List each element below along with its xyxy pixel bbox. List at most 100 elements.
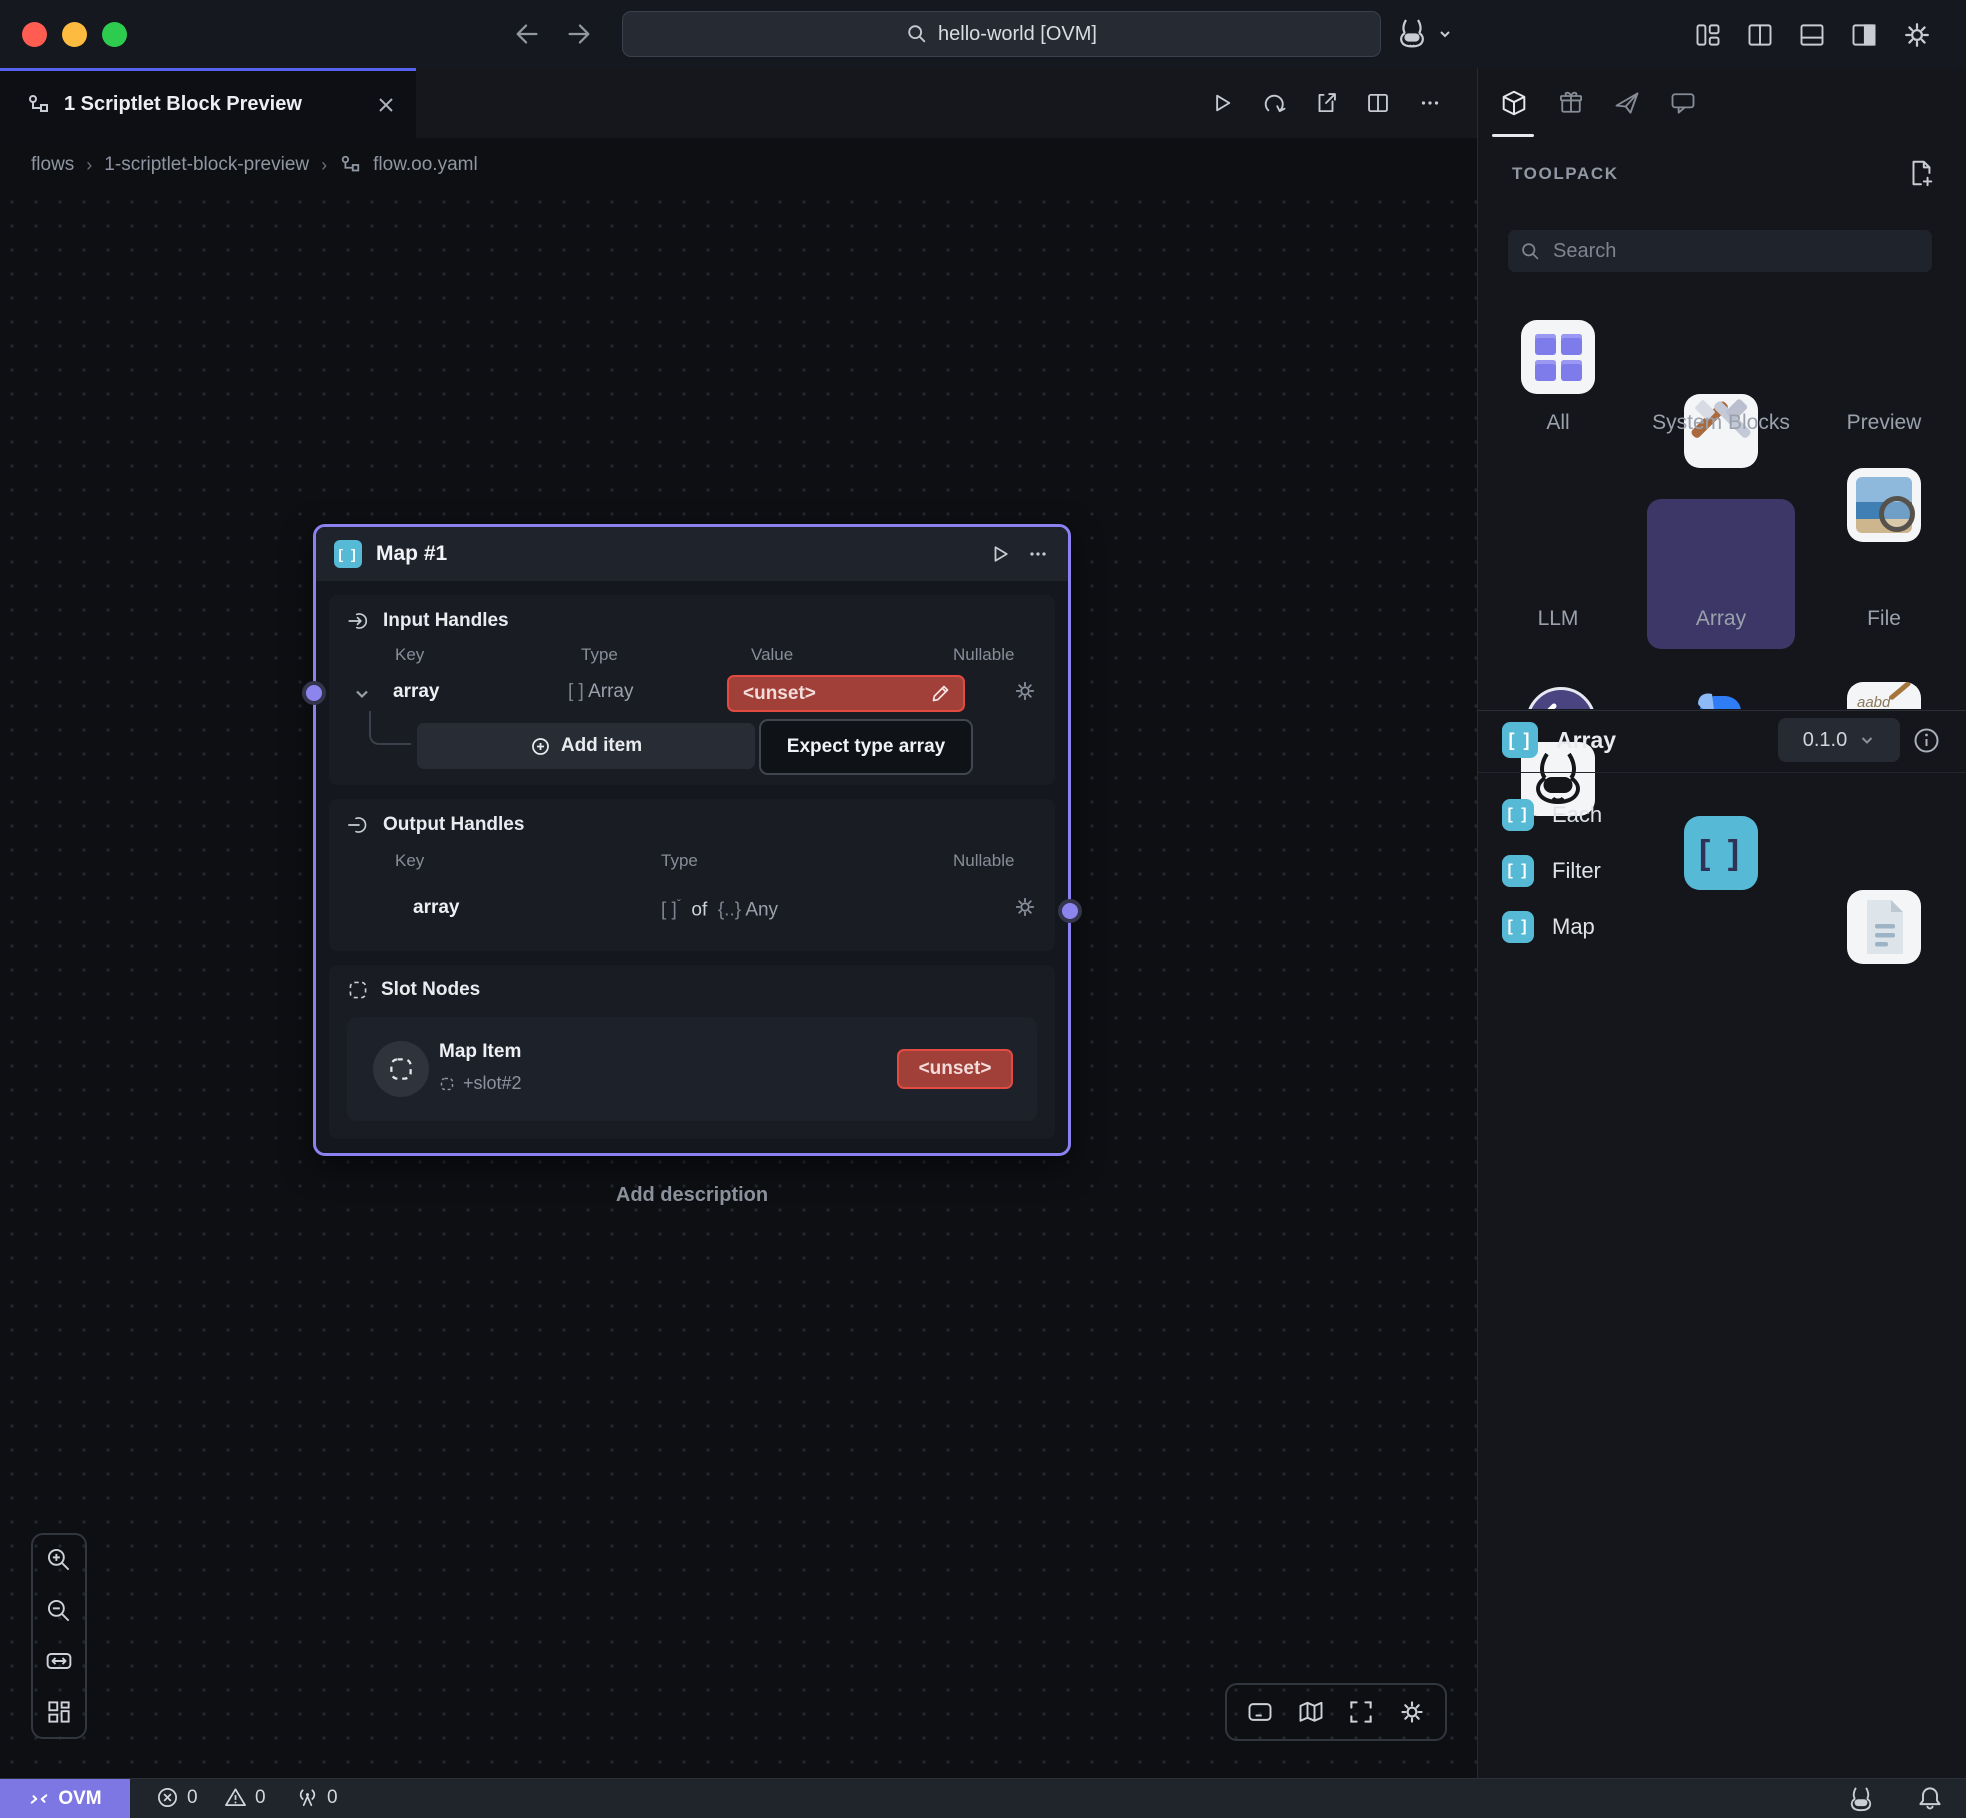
- info-icon[interactable]: [1913, 727, 1940, 754]
- maximize-window-button[interactable]: [102, 22, 127, 47]
- auto-layout-icon[interactable]: [45, 1698, 73, 1726]
- run-node-icon[interactable]: [988, 542, 1012, 566]
- input-value-field[interactable]: <unset>: [727, 675, 965, 712]
- output-row-type: [ ]ˇ of {..} Any: [661, 897, 778, 921]
- tab-comments-icon[interactable]: [1669, 89, 1697, 117]
- section-title: Slot Nodes: [381, 979, 480, 1001]
- tab-publish-rocket-icon[interactable]: [1613, 89, 1641, 117]
- panel-divider: [1477, 772, 1966, 773]
- problems-errors[interactable]: 0: [156, 1786, 198, 1809]
- toolpack-search-input[interactable]: [1508, 230, 1932, 272]
- zoom-out-icon[interactable]: [45, 1597, 73, 1625]
- new-toolpack-icon[interactable]: [1906, 158, 1936, 188]
- minimize-window-button[interactable]: [62, 22, 87, 47]
- close-tab-icon[interactable]: [376, 95, 396, 115]
- slot-item-card[interactable]: Map Item +slot#2 <unset>: [347, 1017, 1037, 1121]
- tool-file-icon[interactable]: [1847, 890, 1921, 964]
- fit-view-icon[interactable]: [45, 1647, 73, 1675]
- slot-nodes-icon: [347, 979, 369, 1001]
- version-value: 0.1.0: [1803, 729, 1847, 752]
- more-actions-icon[interactable]: [1417, 90, 1443, 116]
- add-description-button[interactable]: Add description: [313, 1184, 1071, 1207]
- node-title: Map #1: [376, 542, 974, 566]
- canvas-settings-gear-icon[interactable]: [1398, 1698, 1426, 1726]
- tab-gift-icon[interactable]: [1557, 89, 1585, 117]
- zoom-in-icon[interactable]: [45, 1546, 73, 1574]
- array-item-label: Filter: [1552, 858, 1601, 884]
- bottom-panel-icon[interactable]: [1246, 1698, 1274, 1726]
- input-handles-section: Input Handles Key Type Value Nullable ar…: [329, 595, 1055, 785]
- slot-item-subtitle: +slot#2: [463, 1073, 522, 1094]
- expect-type-tooltip: Expect type array: [759, 719, 973, 775]
- split-rows-icon[interactable]: [1798, 21, 1826, 49]
- tool-array-label: Array: [1646, 604, 1796, 634]
- edit-pencil-icon[interactable]: [930, 683, 951, 704]
- assistant-menu-button[interactable]: [1392, 14, 1452, 54]
- slot-nodes-section: Slot Nodes Map Item +slot#2 <unset>: [329, 965, 1055, 1139]
- forward-button[interactable]: [564, 19, 594, 49]
- chevron-down-icon: [1438, 27, 1452, 41]
- minimap-icon[interactable]: [1297, 1698, 1325, 1726]
- tab-scriptlet-block-preview[interactable]: 1 Scriptlet Block Preview: [0, 68, 416, 138]
- sidebar-tabs: [1477, 68, 1966, 138]
- tab-toolpack-cube-icon[interactable]: [1499, 88, 1529, 118]
- breadcrumb-file[interactable]: flow.oo.yaml: [373, 154, 478, 176]
- add-item-button[interactable]: Add item: [417, 723, 755, 769]
- tool-array-icon[interactable]: [ ]: [1684, 816, 1758, 890]
- output-connection-handle[interactable]: [1058, 899, 1082, 923]
- rerun-icon[interactable]: [1261, 90, 1287, 116]
- settings-gear-icon[interactable]: [1902, 20, 1932, 50]
- back-button[interactable]: [512, 19, 542, 49]
- array-item-filter[interactable]: [ ] Filter: [1502, 854, 1601, 888]
- fullscreen-icon[interactable]: [1347, 1698, 1375, 1726]
- breadcrumb-flow-folder[interactable]: 1-scriptlet-block-preview: [104, 154, 309, 176]
- version-select[interactable]: 0.1.0: [1778, 718, 1900, 762]
- expand-row-chevron-icon[interactable]: [353, 685, 371, 703]
- split-editor-icon[interactable]: [1365, 90, 1391, 116]
- slot-value-badge[interactable]: <unset>: [897, 1049, 1013, 1089]
- tool-llm-label: LLM: [1483, 604, 1633, 634]
- breadcrumb-flows[interactable]: flows: [31, 154, 74, 176]
- toggle-right-panel-icon[interactable]: [1850, 21, 1878, 49]
- slot-item-title: Map Item: [439, 1041, 521, 1063]
- problems-warnings[interactable]: 0: [224, 1786, 266, 1809]
- search-value: hello-world [OVM]: [938, 23, 1097, 46]
- array-block-icon: [ ]: [1502, 799, 1534, 831]
- close-window-button[interactable]: [22, 22, 47, 47]
- column-header-nullable: Nullable: [953, 851, 1014, 871]
- node-header[interactable]: [ ] Map #1: [316, 527, 1068, 581]
- broadcast-status[interactable]: 0: [296, 1786, 338, 1809]
- run-flow-icon[interactable]: [1209, 90, 1235, 116]
- split-columns-icon[interactable]: [1746, 21, 1774, 49]
- tool-preview-icon[interactable]: [1847, 468, 1921, 542]
- section-title: Output Handles: [383, 814, 524, 836]
- tool-all-icon[interactable]: [1521, 320, 1595, 394]
- array-block-icon: [ ]: [1502, 855, 1534, 887]
- tool-system-blocks-label: System Blocks: [1646, 408, 1796, 438]
- node-more-icon[interactable]: [1026, 542, 1050, 566]
- toolpack-search-field[interactable]: [1551, 239, 1920, 264]
- search-icon: [906, 23, 928, 45]
- input-row-type: [ ] Array: [568, 681, 633, 703]
- section-title: Input Handles: [383, 610, 509, 632]
- layout-grid-icon[interactable]: [1694, 21, 1722, 49]
- global-search-bar[interactable]: hello-world [OVM]: [622, 11, 1381, 57]
- unset-value: <unset>: [743, 683, 930, 705]
- status-bar: [0, 1778, 1966, 1818]
- tool-grid-row3-clipped: aabd: [1496, 682, 1936, 709]
- column-header-nullable: Nullable: [953, 645, 1014, 665]
- row-settings-gear-icon[interactable]: [1013, 895, 1037, 919]
- array-item-map[interactable]: [ ] Map: [1502, 910, 1595, 944]
- array-item-each[interactable]: [ ] Each: [1502, 798, 1602, 832]
- notifications-bell-icon[interactable]: [1916, 1784, 1944, 1812]
- input-connection-handle[interactable]: [302, 681, 326, 705]
- remote-icon: [28, 1788, 50, 1810]
- row-settings-gear-icon[interactable]: [1013, 679, 1037, 703]
- tool-preview-label: Preview: [1809, 408, 1959, 438]
- export-file-icon[interactable]: [1313, 90, 1339, 116]
- remote-mode-button[interactable]: OVM: [0, 1779, 130, 1818]
- column-header-value: Value: [751, 645, 793, 665]
- panel-divider: [1477, 710, 1966, 711]
- map-node[interactable]: [ ] Map #1 Input Handles Key Type Value …: [313, 524, 1071, 1156]
- assistant-status-icon[interactable]: [1844, 1781, 1878, 1815]
